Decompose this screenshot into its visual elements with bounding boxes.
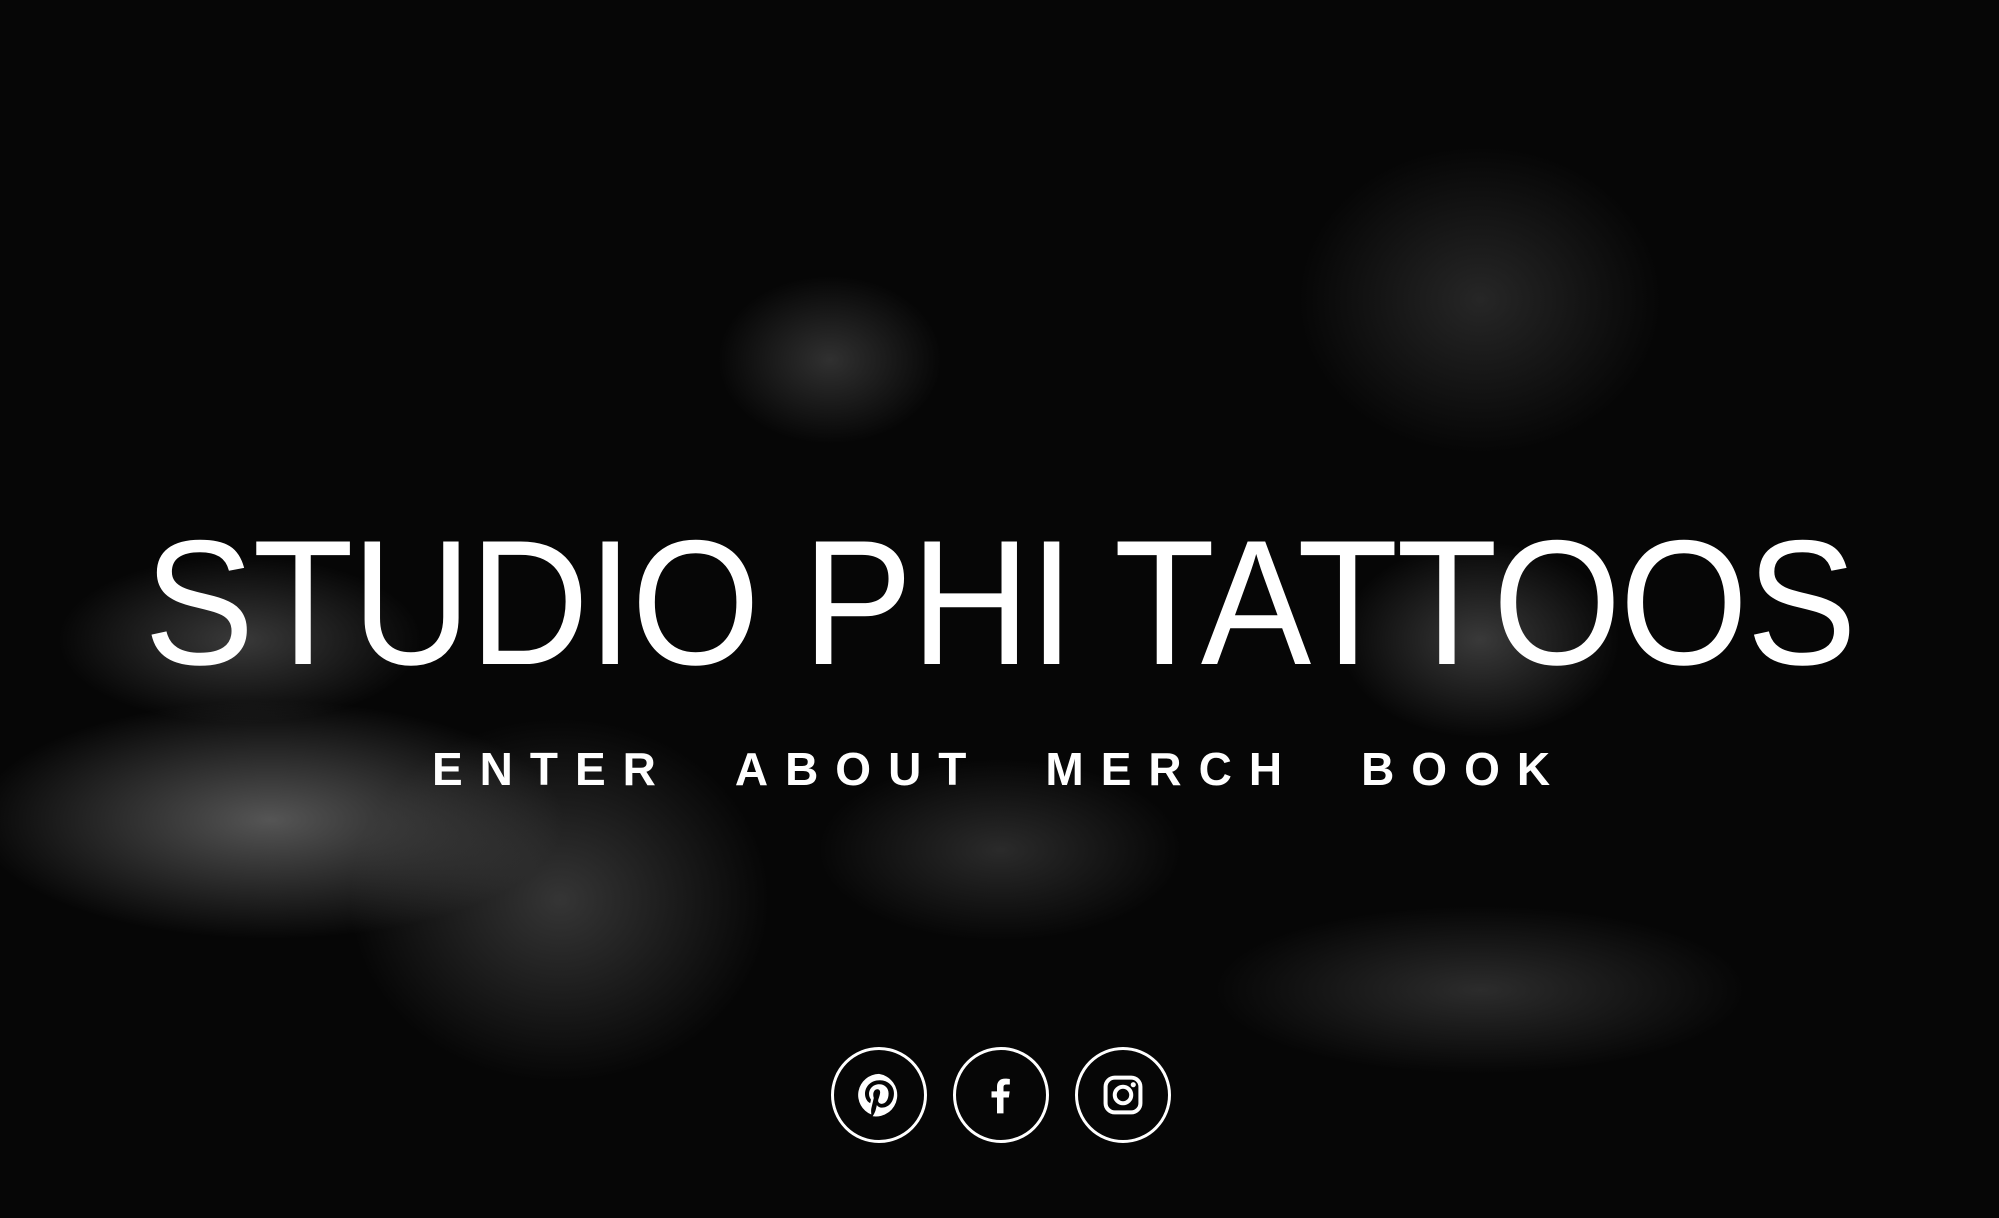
pinterest-icon [858,1073,898,1117]
nav-about[interactable]: ABOUT [735,742,984,796]
main-nav: ENTER ABOUT MERCH BOOK [0,742,1999,796]
facebook-button[interactable] [953,1047,1049,1143]
instagram-button[interactable] [1075,1047,1171,1143]
nav-enter[interactable]: ENTER [432,742,673,796]
instagram-icon [1103,1075,1143,1115]
facebook-icon [991,1078,1010,1114]
site-title: STUDIO PHI TATTOOS [144,503,1857,703]
pinterest-button[interactable] [831,1047,927,1143]
social-links [831,1047,1171,1143]
nav-book[interactable]: BOOK [1361,742,1567,796]
nav-merch[interactable]: MERCH [1045,742,1299,796]
